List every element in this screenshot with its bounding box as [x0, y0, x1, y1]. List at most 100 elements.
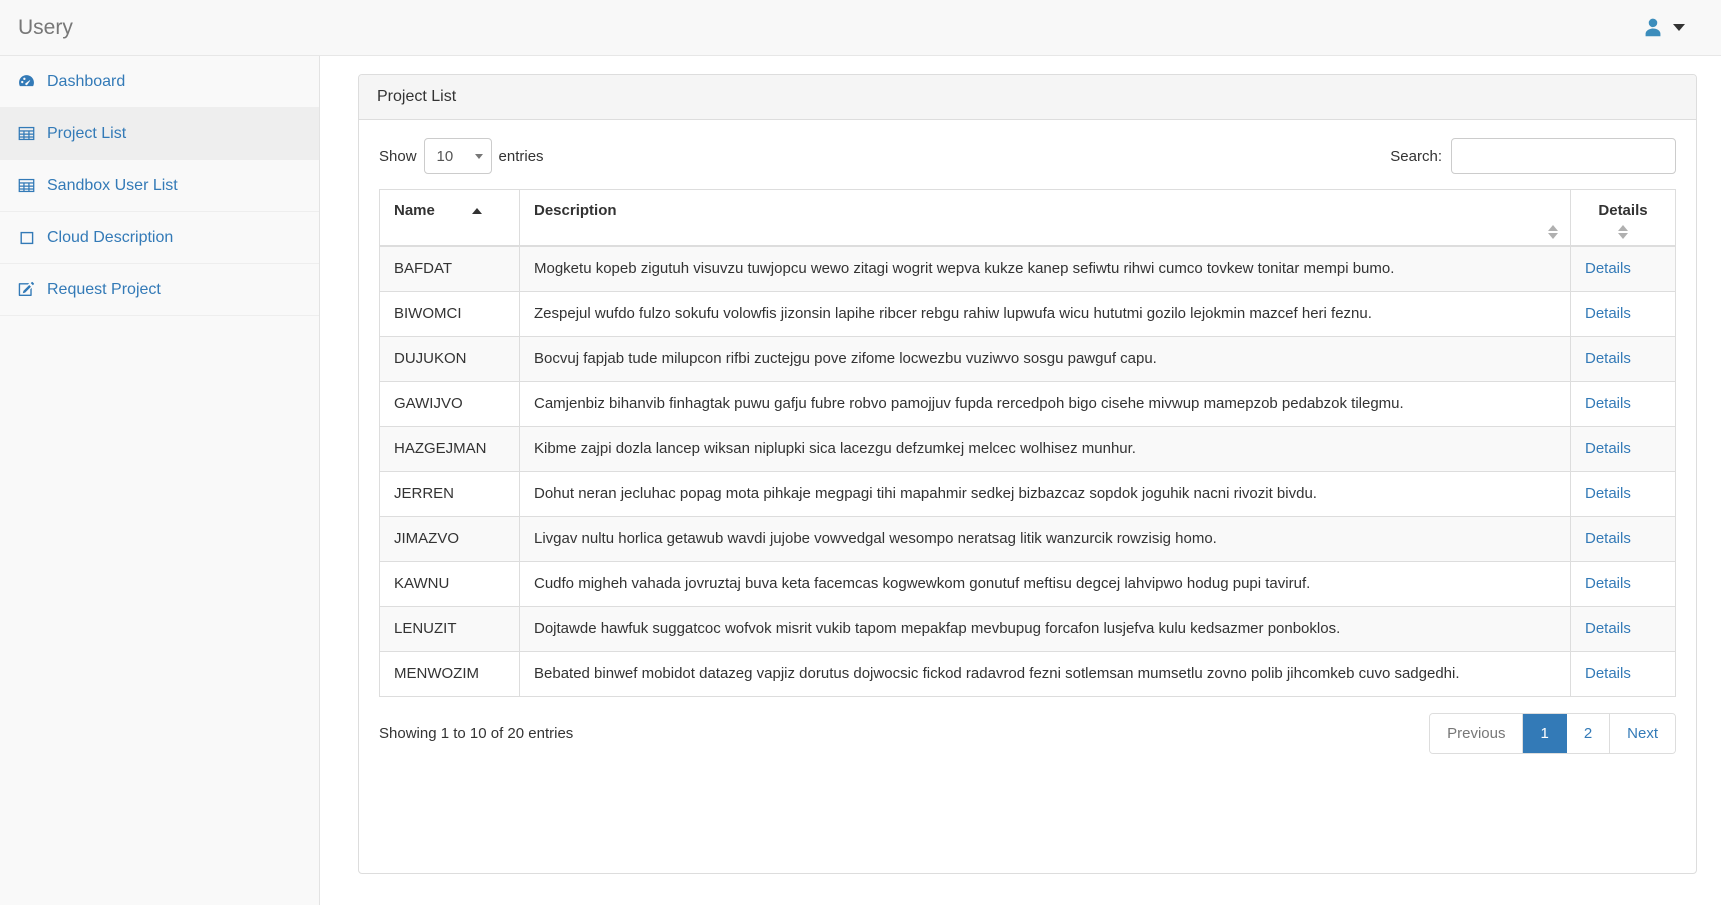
table-row: GAWIJVO Camjenbiz bihanvib finhagtak puw… [379, 381, 1676, 427]
table-icon [17, 125, 36, 142]
table-row: LENUZIT Dojtawde hawfuk suggatcoc wofvok… [379, 606, 1676, 652]
cell-details: Details [1570, 336, 1676, 382]
sidebar-item-label: Cloud Description [47, 228, 174, 246]
cell-name: BIWOMCI [379, 291, 520, 337]
search-input[interactable] [1451, 138, 1676, 174]
cell-description: Mogketu kopeb zigutuh visuvzu tuwjopcu w… [519, 245, 1571, 292]
user-menu[interactable] [1642, 17, 1703, 39]
datatable-controls: Show 10 entries Search: [379, 137, 1676, 175]
cell-details: Details [1570, 561, 1676, 607]
panel-body: Show 10 entries Search: Name Description… [359, 120, 1696, 774]
page-body: Dashboard Project List Sandbox User List… [0, 56, 1721, 905]
details-link[interactable]: Details [1585, 305, 1631, 322]
pagination-previous[interactable]: Previous [1430, 714, 1524, 754]
pagination-page-2[interactable]: 2 [1566, 714, 1611, 754]
cell-details: Details [1570, 471, 1676, 517]
column-header-name[interactable]: Name [379, 189, 520, 247]
sidebar-item-request-project[interactable]: Request Project [0, 264, 319, 316]
project-table: Name Description Details BAFDAT Mogketu … [379, 189, 1676, 698]
sidebar-item-label: Sandbox User List [47, 176, 178, 194]
dashboard-icon [17, 73, 36, 90]
page-length-control: Show 10 entries [379, 138, 544, 174]
table-info: Showing 1 to 10 of 20 entries [379, 725, 574, 743]
sidebar-item-sandbox-user-list[interactable]: Sandbox User List [0, 160, 319, 212]
details-link[interactable]: Details [1585, 260, 1631, 277]
show-label: Show [379, 147, 417, 165]
table-head: Name Description Details [379, 189, 1676, 247]
details-link[interactable]: Details [1585, 395, 1631, 412]
cell-name: JIMAZVO [379, 516, 520, 562]
cell-details: Details [1570, 516, 1676, 562]
cell-name: GAWIJVO [379, 381, 520, 427]
details-link[interactable]: Details [1585, 620, 1631, 637]
cell-details: Details [1570, 426, 1676, 472]
cell-description: Camjenbiz bihanvib finhagtak puwu gafju … [519, 381, 1571, 427]
table-body: BAFDAT Mogketu kopeb zigutuh visuvzu tuw… [379, 245, 1676, 697]
table-row: BAFDAT Mogketu kopeb zigutuh visuvzu tuw… [379, 245, 1676, 292]
search-control: Search: [1390, 138, 1676, 174]
sort-both-icon [1548, 225, 1558, 239]
entries-label: entries [498, 147, 544, 165]
details-link[interactable]: Details [1585, 575, 1631, 592]
cell-description: Livgav nultu horlica getawub wavdi jujob… [519, 516, 1571, 562]
chevron-down-icon [1673, 24, 1685, 31]
cell-name: JERREN [379, 471, 520, 517]
top-navbar: Usery [0, 0, 1721, 56]
cell-description: Bebated binwef mobidot datazeg vapjiz do… [519, 651, 1571, 697]
table-row: JERREN Dohut neran jecluhac popag mota p… [379, 471, 1676, 517]
details-link[interactable]: Details [1585, 440, 1631, 457]
sort-ascending-icon [472, 208, 482, 214]
sidebar: Dashboard Project List Sandbox User List… [0, 56, 320, 905]
panel-title: Project List [359, 75, 1696, 120]
details-link[interactable]: Details [1585, 350, 1631, 367]
column-header-name-label: Name [394, 202, 435, 219]
sidebar-item-label: Dashboard [47, 72, 126, 90]
table-row: DUJUKON Bocvuj fapjab tude milupcon rifb… [379, 336, 1676, 382]
sidebar-item-project-list[interactable]: Project List [0, 108, 319, 160]
cell-details: Details [1570, 245, 1676, 292]
page-length-select-wrapper: 10 [423, 138, 492, 174]
datatable-footer: Showing 1 to 10 of 20 entries Previous 1… [379, 713, 1676, 755]
cell-description: Kibme zajpi dozla lancep wiksan niplupki… [519, 426, 1571, 472]
cell-description: Dohut neran jecluhac popag mota pihkaje … [519, 471, 1571, 517]
cell-details: Details [1570, 606, 1676, 652]
sidebar-item-cloud-description[interactable]: Cloud Description [0, 212, 319, 264]
details-link[interactable]: Details [1585, 530, 1631, 547]
main-content: Project List Show 10 entries Search: Nam… [320, 56, 1721, 905]
details-link[interactable]: Details [1585, 485, 1631, 502]
column-header-details[interactable]: Details [1570, 189, 1676, 247]
table-header-row: Name Description Details [379, 189, 1676, 247]
table-row: HAZGEJMAN Kibme zajpi dozla lancep wiksa… [379, 426, 1676, 472]
cell-description: Bocvuj fapjab tude milupcon rifbi zuctej… [519, 336, 1571, 382]
pagination-next[interactable]: Next [1610, 714, 1675, 754]
table-row: KAWNU Cudfo migheh vahada jovruztaj buva… [379, 561, 1676, 607]
project-list-panel: Project List Show 10 entries Search: Nam… [358, 74, 1697, 874]
pagination-page-1[interactable]: 1 [1523, 714, 1567, 754]
details-link[interactable]: Details [1585, 665, 1631, 682]
square-icon [17, 230, 36, 246]
table-row: JIMAZVO Livgav nultu horlica getawub wav… [379, 516, 1676, 562]
sidebar-item-dashboard[interactable]: Dashboard [0, 56, 319, 108]
search-label: Search: [1390, 147, 1442, 165]
user-icon [1642, 17, 1664, 39]
cell-description: Dojtawde hawfuk suggatcoc wofvok misrit … [519, 606, 1571, 652]
cell-name: LENUZIT [379, 606, 520, 652]
table-row: BIWOMCI Zespejul wufdo fulzo sokufu volo… [379, 291, 1676, 337]
pagination: Previous 1 2 Next [1429, 713, 1676, 755]
cell-name: DUJUKON [379, 336, 520, 382]
cell-details: Details [1570, 651, 1676, 697]
cell-description: Cudfo migheh vahada jovruztaj buva keta … [519, 561, 1571, 607]
cell-name: KAWNU [379, 561, 520, 607]
sidebar-item-label: Project List [47, 124, 127, 142]
column-header-description-label: Description [534, 202, 617, 219]
sidebar-item-label: Request Project [47, 280, 161, 298]
column-header-description[interactable]: Description [519, 189, 1571, 247]
brand-title[interactable]: Usery [16, 17, 73, 38]
pencil-square-icon [17, 281, 36, 298]
cell-details: Details [1570, 291, 1676, 337]
page-length-select[interactable]: 10 [423, 138, 492, 174]
column-header-details-label: Details [1598, 202, 1648, 219]
sort-both-icon [1618, 225, 1628, 239]
cell-name: HAZGEJMAN [379, 426, 520, 472]
table-row: MENWOZIM Bebated binwef mobidot datazeg … [379, 651, 1676, 697]
